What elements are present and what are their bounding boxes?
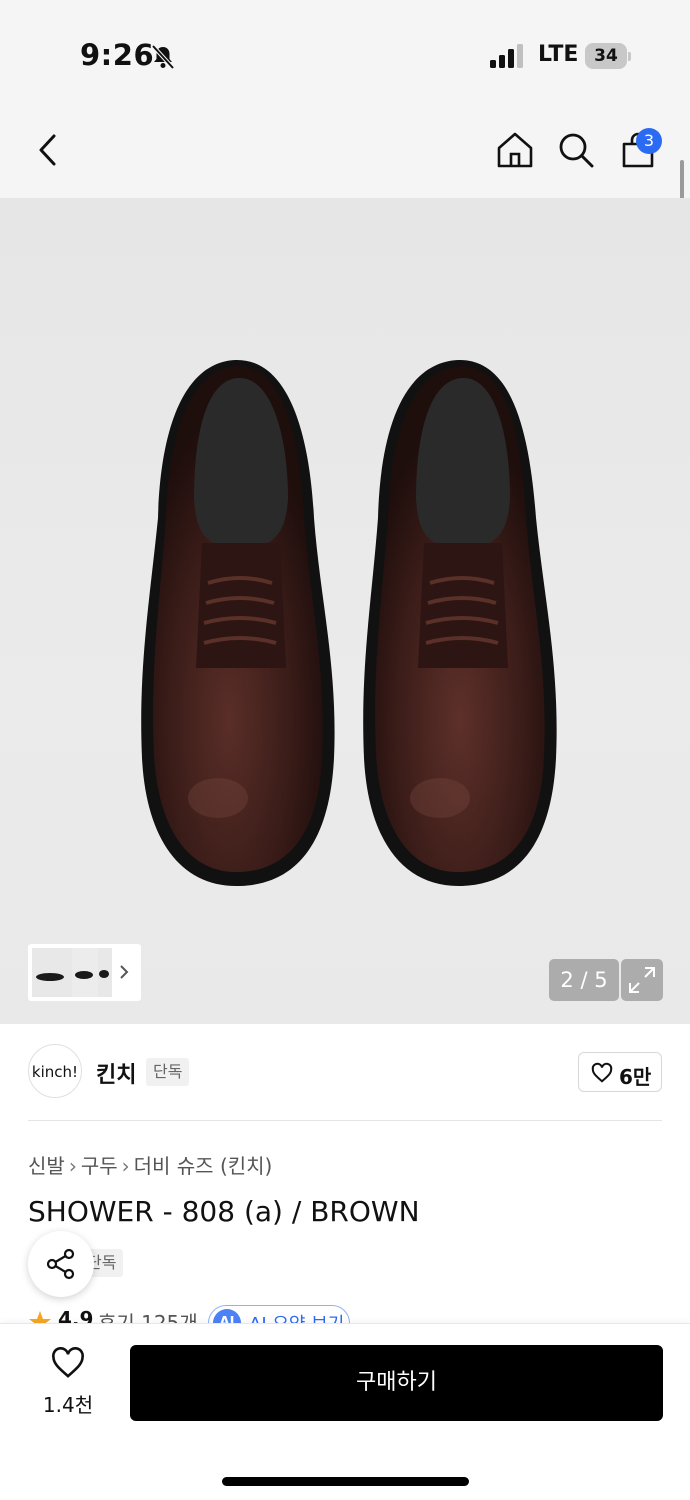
expand-button[interactable]: [621, 959, 663, 1001]
cellular-signal-icon: [490, 44, 523, 68]
wishlist-count: 1.4천: [42, 1393, 94, 1417]
battery-level: 34: [594, 46, 618, 66]
buy-button[interactable]: 구매하기: [130, 1345, 663, 1421]
battery-icon: 34: [585, 43, 631, 69]
gallery-thumbnail-strip[interactable]: [28, 944, 141, 1001]
home-indicator: [222, 1477, 469, 1486]
share-icon: [46, 1248, 75, 1280]
breadcrumb: 신발 › 구두 › 더비 슈즈 (킨치): [28, 1154, 273, 1178]
product-photo-brown-derby-shoes: [141, 359, 557, 887]
cart-count-badge: 3: [636, 128, 662, 154]
brand-logo[interactable]: kinch!: [28, 1044, 82, 1098]
status-time: 9:26: [80, 38, 155, 72]
search-icon[interactable]: [556, 130, 596, 170]
product-image-gallery[interactable]: [0, 198, 690, 1024]
status-bar: 9:26 LTE 34: [0, 0, 690, 100]
product-title: SHOWER - 808 (a) / BROWN: [28, 1195, 420, 1228]
home-icon[interactable]: [495, 130, 535, 170]
top-nav-bar: [0, 100, 690, 198]
thumbnail-image: [32, 948, 129, 997]
bell-muted-icon: [151, 44, 175, 70]
share-button[interactable]: [28, 1231, 94, 1297]
heart-icon: [591, 1062, 613, 1083]
brand-like-count: 6만: [619, 1065, 652, 1089]
breadcrumb-item[interactable]: 구두: [81, 1154, 118, 1178]
back-arrow-icon[interactable]: [28, 130, 68, 170]
breadcrumb-item[interactable]: 더비 슈즈 (킨치): [134, 1154, 273, 1178]
brand-name[interactable]: 킨치: [96, 1057, 136, 1089]
divider: [28, 1120, 662, 1121]
brand-like-button[interactable]: 6만: [578, 1052, 662, 1092]
breadcrumb-item[interactable]: 신발: [28, 1154, 65, 1178]
wishlist-button[interactable]: 1.4천: [30, 1347, 106, 1417]
network-type: LTE: [538, 42, 579, 67]
expand-icon: [629, 967, 655, 993]
gallery-page-counter: 2 / 5: [549, 959, 619, 1001]
exclusive-tag: 단독: [146, 1058, 190, 1086]
heart-icon: [52, 1347, 84, 1378]
